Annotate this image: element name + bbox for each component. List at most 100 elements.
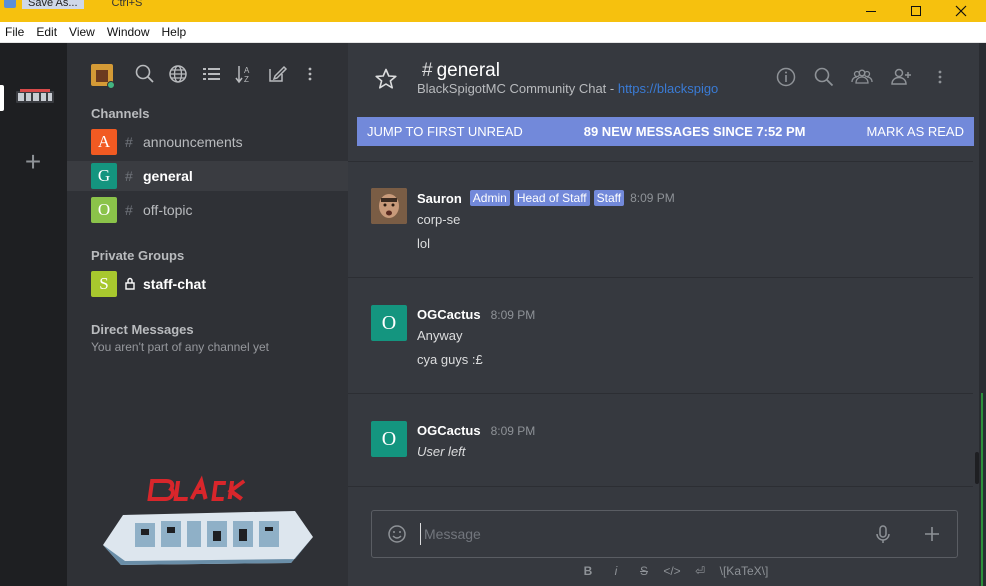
message-username[interactable]: OGCactus: [417, 423, 481, 438]
new-messages-count: 89 NEW MESSAGES SINCE 7:52 PM: [583, 124, 806, 139]
message-header: OGCactus 8:09 PM: [417, 423, 535, 438]
menu-file[interactable]: File: [0, 22, 30, 43]
channel-avatar: G: [91, 163, 117, 189]
menu-window[interactable]: Window: [101, 22, 156, 43]
direct-messages-heading: Direct Messages: [91, 322, 194, 337]
emoji-icon[interactable]: [386, 523, 408, 545]
kebab-menu-icon[interactable]: [299, 63, 321, 85]
room-name: general: [436, 60, 500, 81]
server-logo-icon[interactable]: [12, 83, 58, 109]
svg-text:A: A: [244, 66, 250, 75]
sidebar-item-off-topic[interactable]: O # off-topic: [67, 195, 348, 225]
message-text: Anyway: [417, 328, 463, 343]
message-divider: [348, 277, 973, 278]
maximize-icon: [911, 6, 921, 16]
message-timestamp: 8:09 PM: [630, 191, 675, 205]
room-topic-link[interactable]: https://blackspigo: [618, 81, 718, 96]
window-right-edge: [979, 43, 986, 586]
channel-sidebar: AZ Channels A # announcements G # genera…: [67, 43, 348, 586]
add-attachment-icon[interactable]: [921, 523, 943, 545]
room-kebab-menu-icon[interactable]: [928, 65, 952, 89]
italic-button[interactable]: i: [602, 564, 630, 578]
formatting-toolbar: B i S </> ⏎ \[KaTeX\]: [574, 564, 774, 578]
menu-edit[interactable]: Edit: [30, 22, 63, 43]
titlebar-ghost: Save As... Ctrl+S: [4, 0, 142, 9]
add-server-icon[interactable]: +: [18, 147, 48, 177]
user-avatar[interactable]: O: [371, 305, 407, 341]
role-badge-head-of-staff: Head of Staff: [513, 190, 590, 206]
role-badge-admin: Admin: [469, 190, 510, 206]
jump-to-first-unread-button[interactable]: JUMP TO FIRST UNREAD: [367, 124, 523, 139]
sidebar-item-announcements[interactable]: A # announcements: [67, 127, 348, 157]
window-titlebar: Save As... Ctrl+S: [0, 0, 986, 22]
online-status-icon: [107, 81, 115, 89]
code-button[interactable]: </>: [658, 564, 686, 578]
unread-banner: JUMP TO FIRST UNREAD 89 NEW MESSAGES SIN…: [357, 117, 974, 146]
message-header: OGCactus 8:09 PM: [417, 307, 535, 322]
hash-icon: #: [125, 168, 133, 184]
user-avatar[interactable]: [371, 188, 407, 224]
multiline-button[interactable]: ⏎: [686, 564, 714, 578]
microphone-icon[interactable]: [872, 523, 894, 545]
sort-az-icon[interactable]: AZ: [233, 63, 255, 85]
lock-icon: [125, 275, 135, 293]
directory-globe-icon[interactable]: [167, 63, 189, 85]
room-title: # general: [422, 60, 500, 82]
room-header: # general BlackSpigotMC Community Chat - …: [348, 43, 986, 107]
ghost-shortcut: Ctrl+S: [111, 0, 143, 9]
create-new-icon[interactable]: [266, 63, 288, 85]
channel-name: announcements: [143, 134, 243, 150]
minimize-button[interactable]: [848, 0, 894, 22]
members-list-icon[interactable]: [850, 65, 874, 89]
search-icon[interactable]: [134, 63, 156, 85]
room-info-icon[interactable]: [774, 65, 798, 89]
message-divider: [348, 393, 973, 394]
view-mode-list-icon[interactable]: [200, 63, 222, 85]
menu-help[interactable]: Help: [156, 22, 193, 43]
hash-icon: #: [125, 134, 133, 150]
close-icon: [955, 5, 967, 17]
sidebar-item-staff-chat[interactable]: S staff-chat: [67, 269, 348, 299]
katex-button[interactable]: \[KaTeX\]: [714, 564, 774, 578]
channel-avatar: O: [91, 197, 117, 223]
message-text-system: User left: [417, 444, 466, 459]
room-topic-text: BlackSpigotMC Community Chat -: [417, 81, 618, 96]
app-icon: [4, 0, 16, 8]
message-text: lol: [417, 236, 431, 251]
message-username[interactable]: OGCactus: [417, 307, 481, 322]
sidebar-item-general[interactable]: G # general: [67, 161, 348, 191]
message-divider: [348, 161, 973, 162]
ghost-save-label: Save As...: [22, 0, 84, 9]
menu-view[interactable]: View: [63, 22, 101, 43]
message-divider: [348, 486, 973, 487]
direct-messages-empty-text: You aren't part of any channel yet: [91, 340, 269, 354]
favorite-star-icon[interactable]: [374, 67, 398, 91]
server-list: +: [0, 43, 67, 586]
svg-text:Z: Z: [244, 75, 249, 84]
mark-as-read-button[interactable]: MARK AS READ: [866, 124, 964, 139]
channels-heading: Channels: [91, 106, 150, 121]
blackspigot-logo: [103, 475, 313, 565]
minimize-icon: [866, 10, 876, 12]
private-groups-heading: Private Groups: [91, 248, 185, 263]
user-avatar[interactable]: O: [371, 421, 407, 457]
chat-main: # general BlackSpigotMC Community Chat - …: [348, 43, 986, 586]
message-input[interactable]: [420, 523, 860, 545]
add-user-icon[interactable]: [889, 65, 913, 89]
menu-bar: File Edit View Window Help: [0, 22, 986, 43]
maximize-button[interactable]: [893, 0, 939, 22]
message-composer: [371, 510, 958, 558]
close-button[interactable]: [938, 0, 984, 22]
message-header: Sauron Admin Head of Staff Staff 8:09 PM: [417, 190, 675, 206]
message-text: corp-se: [417, 212, 461, 227]
role-badge-staff: Staff: [593, 190, 625, 206]
message-text: cya guys :£: [417, 352, 483, 367]
group-avatar: S: [91, 271, 117, 297]
search-messages-icon[interactable]: [812, 65, 836, 89]
room-topic: BlackSpigotMC Community Chat - https://b…: [417, 81, 718, 96]
message-username[interactable]: Sauron: [417, 191, 462, 206]
strike-button[interactable]: S: [630, 564, 658, 578]
hash-icon: #: [125, 202, 133, 218]
message-timestamp: 8:09 PM: [490, 307, 536, 322]
bold-button[interactable]: B: [574, 564, 602, 578]
